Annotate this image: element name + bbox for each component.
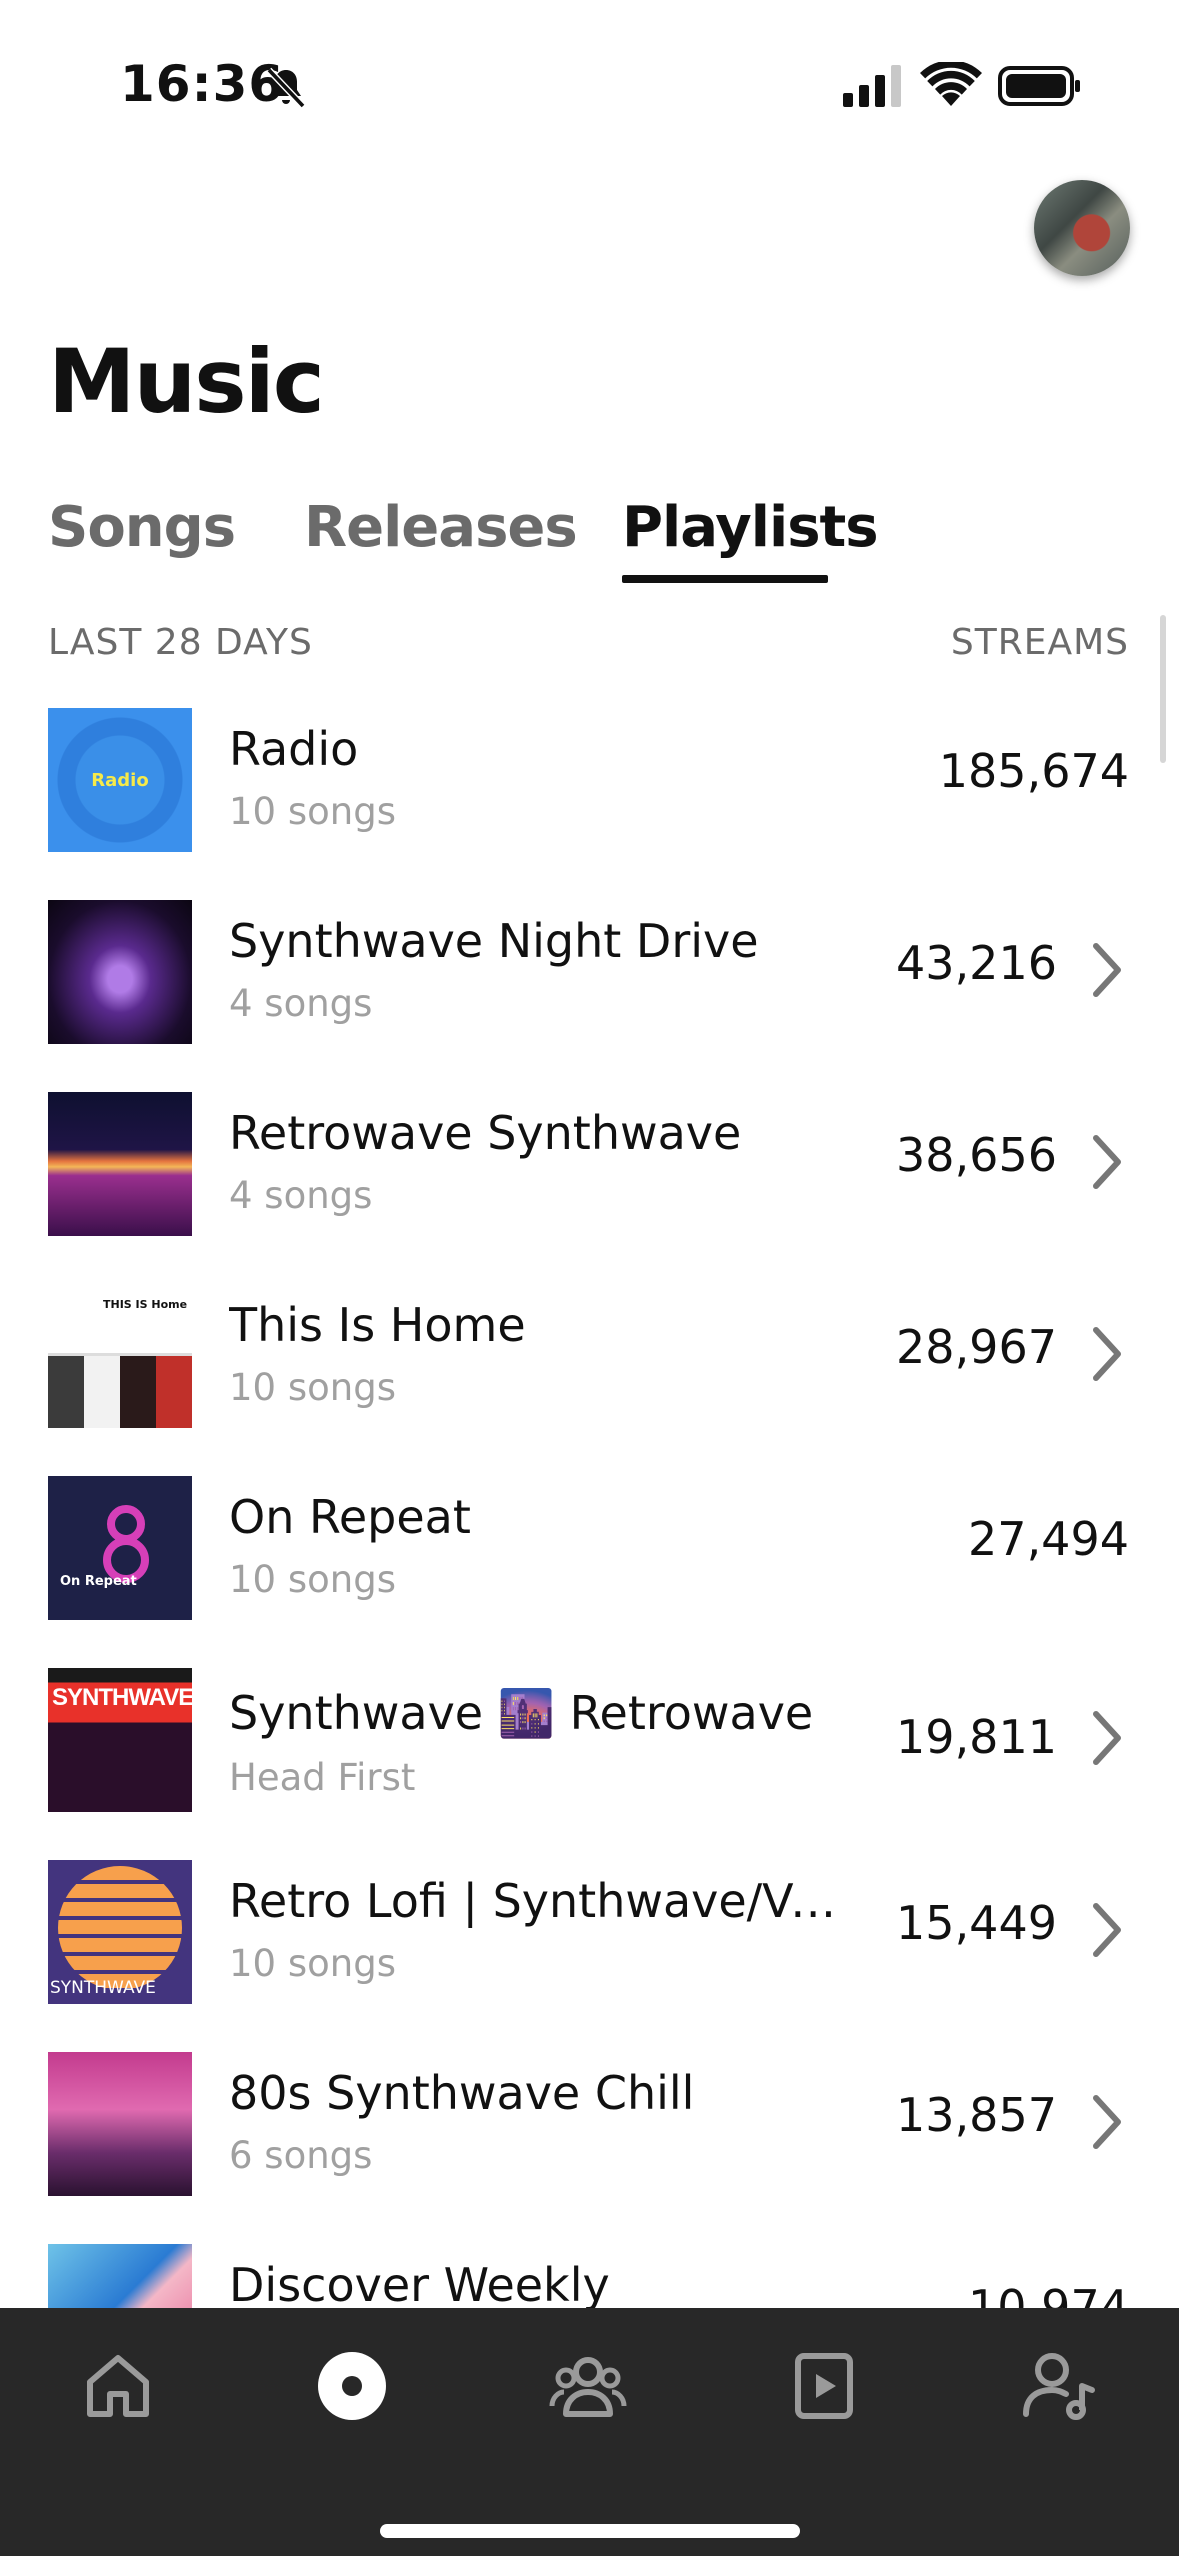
profile-avatar[interactable] (1034, 180, 1130, 276)
playlist-name: Discover Weekly (229, 2258, 610, 2308)
playlist-streams: 27,494 (968, 1512, 1129, 1566)
home-indicator[interactable] (380, 2524, 800, 2538)
tab-releases[interactable]: Releases (304, 495, 578, 560)
playlist-song-count: 10 songs (229, 1558, 396, 1601)
playlist-row-on-repeat: On Repeat On Repeat 10 songs 27,494 (0, 1468, 1179, 1660)
battery-icon (998, 66, 1080, 106)
playlist-song-count: 10 songs (229, 1942, 396, 1985)
playlist-row-this-is-home[interactable]: THIS IS Home This Is Home 10 songs 28,96… (0, 1276, 1179, 1468)
playlist-owner: Head First (229, 1756, 416, 1799)
playlist-streams: 10,974 (968, 2280, 1129, 2308)
playlist-list: Radio Radio 10 songs 185,674 Synthwave N… (0, 700, 1179, 2308)
playlist-cover: On Repeat (48, 1476, 192, 1620)
playlist-cover (48, 2052, 192, 2196)
playlist-name: Synthwave 🌆 Retrowave (229, 1686, 814, 1740)
chevron-right-icon (1093, 1327, 1121, 1381)
playlist-streams: 38,656 (896, 1128, 1057, 1182)
playlist-cover: SYNTHWAVE (48, 1668, 192, 1812)
playlist-cover: THIS IS Home (48, 1284, 192, 1428)
playlist-row-radio: Radio Radio 10 songs 185,674 (0, 700, 1179, 892)
playlist-streams: 185,674 (938, 744, 1129, 798)
profile-icon[interactable] (1018, 2346, 1098, 2426)
period-label: LAST 28 DAYS (48, 622, 313, 663)
bell-muted-icon (266, 67, 306, 109)
tab-playlists[interactable]: Playlists (622, 495, 879, 560)
playlist-row-80s-synthwave-chill[interactable]: 80s Synthwave Chill 6 songs 13,857 (0, 2044, 1179, 2236)
playlist-song-count: 10 songs (229, 1366, 396, 1409)
playlist-cover: Radio (48, 708, 192, 852)
bottom-nav-bar (0, 2308, 1179, 2556)
playlist-name: 80s Synthwave Chill (229, 2066, 695, 2120)
chevron-right-icon (1093, 2095, 1121, 2149)
playlist-cover: SYNTHWAVE (48, 1860, 192, 2004)
status-time: 16:36 (120, 55, 285, 113)
playlist-row-discover-weekly: Discover Weekly 10,974 (0, 2236, 1179, 2308)
playlist-row-retro-lofi[interactable]: SYNTHWAVE Retro Lofi | Synthwave/Vaporwa… (0, 1852, 1179, 2044)
playlist-name: Retro Lofi | Synthwave/Vaporwave (229, 1874, 859, 1928)
playlist-cover (48, 900, 192, 1044)
playlist-song-count: 4 songs (229, 1174, 373, 1217)
playlist-row-synthwave-night-drive[interactable]: Synthwave Night Drive 4 songs 43,216 (0, 892, 1179, 1084)
playlist-cover (48, 2244, 192, 2308)
wifi-icon (920, 62, 982, 106)
streams-column-label: STREAMS (950, 622, 1129, 663)
home-icon[interactable] (78, 2346, 158, 2426)
playlist-name: Synthwave Night Drive (229, 914, 759, 968)
playlist-song-count: 10 songs (229, 790, 396, 833)
playlist-streams: 28,967 (896, 1320, 1057, 1374)
playlist-name: Radio (229, 722, 359, 776)
audience-icon[interactable] (548, 2346, 628, 2426)
music-disc-icon[interactable] (312, 2346, 392, 2426)
playlist-song-count: 6 songs (229, 2134, 373, 2177)
playlist-streams: 43,216 (896, 936, 1057, 990)
cellular-signal-icon (843, 65, 901, 107)
playlist-streams: 13,857 (896, 2088, 1057, 2142)
active-tab-indicator (622, 575, 828, 583)
playlist-streams: 19,811 (896, 1710, 1057, 1764)
playlist-name: This Is Home (229, 1298, 526, 1352)
playlist-cover (48, 1092, 192, 1236)
chevron-right-icon (1093, 1903, 1121, 1957)
chevron-right-icon (1093, 1135, 1121, 1189)
playlist-name: On Repeat (229, 1490, 471, 1544)
status-bar: 16:36 (0, 0, 1179, 170)
playlist-name: Retrowave Synthwave (229, 1106, 742, 1160)
page-title: Music (48, 330, 325, 433)
chevron-right-icon (1093, 1711, 1121, 1765)
playlist-row-retrowave-synthwave[interactable]: Retrowave Synthwave 4 songs 38,656 (0, 1084, 1179, 1276)
playlist-song-count: 4 songs (229, 982, 373, 1025)
tab-songs[interactable]: Songs (48, 495, 236, 560)
chevron-right-icon (1093, 943, 1121, 997)
video-icon[interactable] (784, 2346, 864, 2426)
playlist-row-synthwave-retrowave[interactable]: SYNTHWAVE Synthwave 🌆 Retrowave Head Fir… (0, 1660, 1179, 1852)
playlist-streams: 15,449 (896, 1896, 1057, 1950)
